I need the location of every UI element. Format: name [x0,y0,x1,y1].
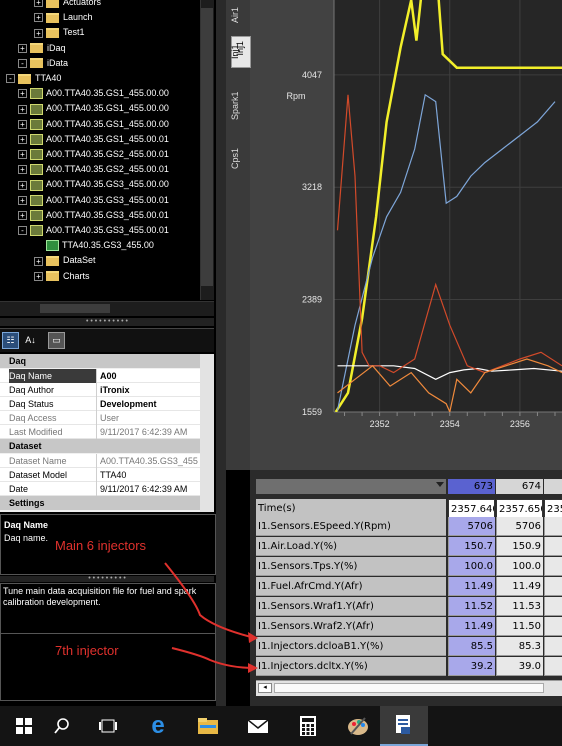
arrow-seventh-injector [171,647,256,669]
paint-icon[interactable] [334,706,382,746]
file-explorer-icon[interactable] [184,706,232,746]
annotation-arrows [164,562,258,673]
tab-inj1[interactable]: Inj1 [230,38,248,66]
itronix-app-icon[interactable] [380,706,428,746]
mail-icon[interactable] [234,706,282,746]
arrow-head-2 [248,663,258,673]
search-icon[interactable] [38,706,86,746]
calculator-icon[interactable] [284,706,332,746]
arrow-head-1 [248,632,258,643]
task-view-icon[interactable] [84,706,132,746]
arrow-main-injectors [164,562,256,639]
edge-browser-icon[interactable]: e [134,706,182,746]
taskbar: e [0,706,562,746]
